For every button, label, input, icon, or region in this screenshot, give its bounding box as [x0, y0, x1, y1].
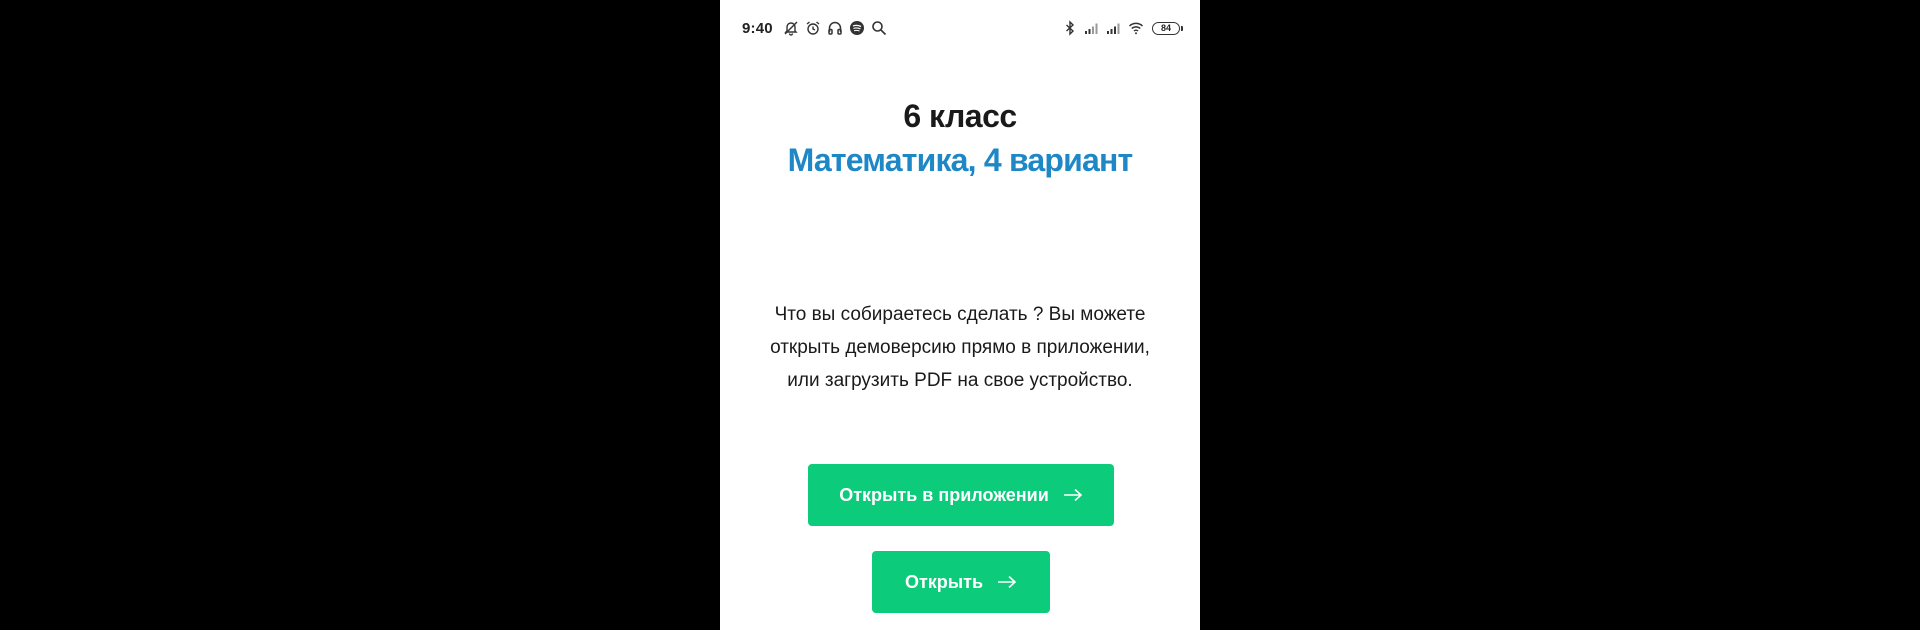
notifications-off-icon [783, 20, 799, 36]
open-label: Открыть [904, 571, 984, 592]
open-button[interactable]: Открыть [872, 551, 1050, 613]
description-text: Что вы собираетесь сделать ? Вы можете о… [770, 304, 1150, 391]
phone-screen: 9:40 84 6 класс Математика, 4 вариант Чт… [720, 0, 1200, 630]
search-icon [871, 20, 887, 36]
open-in-app-button[interactable]: Открыть в приложении [808, 464, 1114, 526]
bluetooth-icon [1062, 20, 1078, 36]
grade-title: 6 класс [903, 98, 1017, 134]
wifi-icon [1128, 20, 1144, 36]
status-bar-right: 84 [1062, 20, 1183, 36]
status-bar-left: 9:40 [742, 20, 887, 37]
open-in-app-label: Открыть в приложении [839, 484, 1049, 505]
spotify-icon [849, 20, 865, 36]
arrow-right-icon [997, 575, 1017, 589]
status-time: 9:40 [742, 19, 773, 37]
alarm-icon [805, 20, 821, 36]
battery-indicator: 84 [1152, 21, 1183, 35]
signal-icon [1084, 20, 1100, 36]
signal-icon [1106, 20, 1122, 36]
status-bar: 9:40 84 [720, 0, 1200, 56]
headphones-icon [827, 20, 843, 36]
subject-title: Математика, 4 вариант [787, 142, 1134, 178]
arrow-right-icon [1063, 488, 1083, 502]
